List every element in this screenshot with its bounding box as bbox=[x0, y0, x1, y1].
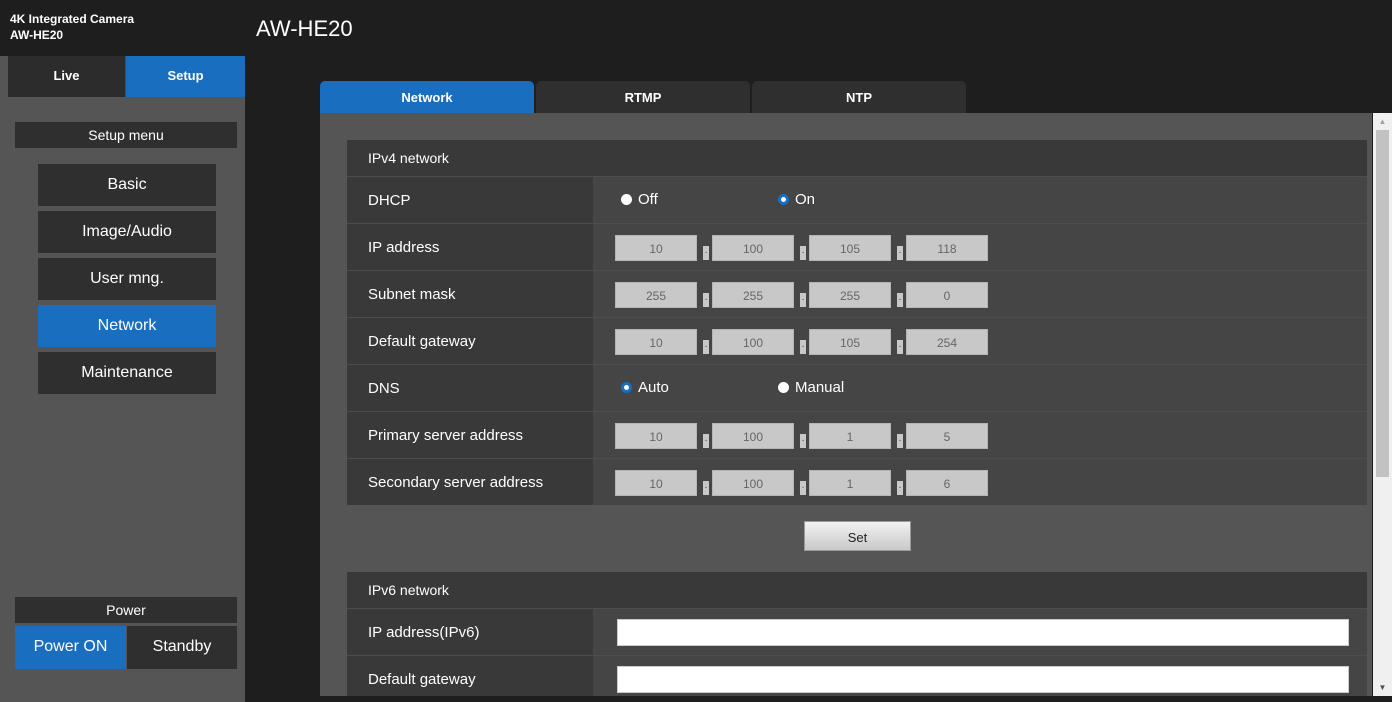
dhcp-off-radio[interactable]: Off bbox=[621, 191, 658, 208]
primary-server-row: Primary server address 10 . 100 . 1 . 5 bbox=[347, 411, 1367, 458]
sidebar-item-maintenance[interactable]: Maintenance bbox=[38, 352, 216, 394]
radio-checked-icon bbox=[621, 382, 632, 393]
ipv6-address-label: IP address(IPv6) bbox=[368, 624, 480, 641]
secondary-server-octet-2[interactable]: 100 bbox=[712, 470, 794, 496]
subnet-mask-octet-2[interactable]: 255 bbox=[712, 282, 794, 308]
ipv6-address-input[interactable] bbox=[617, 619, 1349, 646]
sidebar: 4K Integrated Camera AW-HE20 Live Setup … bbox=[0, 0, 245, 702]
octet-separator: . bbox=[897, 246, 903, 260]
dhcp-label: DHCP bbox=[368, 192, 411, 209]
octet-separator: . bbox=[897, 434, 903, 448]
sidebar-item-network[interactable]: Network bbox=[38, 305, 216, 347]
secondary-server-label: Secondary server address bbox=[368, 474, 544, 491]
power-on-button[interactable]: Power ON bbox=[15, 626, 126, 669]
scroll-up-arrow-icon[interactable]: ▲ bbox=[1373, 113, 1392, 130]
tab-ntp[interactable]: NTP bbox=[752, 81, 966, 113]
subnet-mask-octet-1[interactable]: 255 bbox=[615, 282, 697, 308]
sidebar-item-user-mng[interactable]: User mng. bbox=[38, 258, 216, 300]
secondary-server-octet-1[interactable]: 10 bbox=[615, 470, 697, 496]
octet-separator: . bbox=[897, 340, 903, 354]
octet-separator: . bbox=[703, 293, 709, 307]
primary-server-octet-2[interactable]: 100 bbox=[712, 423, 794, 449]
octet-separator: . bbox=[703, 434, 709, 448]
ip-address-octet-4[interactable]: 118 bbox=[906, 235, 988, 261]
setup-menu-title: Setup menu bbox=[15, 122, 237, 148]
radio-checked-icon bbox=[778, 194, 789, 205]
power-title: Power bbox=[15, 597, 237, 623]
default-gateway-octet-4[interactable]: 254 bbox=[906, 329, 988, 355]
ipv6-address-row: IP address(IPv6) bbox=[347, 608, 1367, 655]
ipv6-gateway-label: Default gateway bbox=[368, 671, 476, 688]
dhcp-on-radio[interactable]: On bbox=[778, 191, 815, 208]
mode-tabs: Live Setup bbox=[8, 56, 245, 97]
ip-address-label: IP address bbox=[368, 239, 440, 256]
dns-label: DNS bbox=[368, 380, 400, 397]
default-gateway-label: Default gateway bbox=[368, 333, 476, 350]
secondary-server-row: Secondary server address 10 . 100 . 1 . … bbox=[347, 458, 1367, 505]
octet-separator: . bbox=[800, 246, 806, 260]
primary-server-octet-1[interactable]: 10 bbox=[615, 423, 697, 449]
subnet-mask-label: Subnet mask bbox=[368, 286, 456, 303]
tab-network[interactable]: Network bbox=[320, 81, 534, 113]
scroll-down-arrow-icon[interactable]: ▼ bbox=[1373, 679, 1392, 696]
standby-button[interactable]: Standby bbox=[127, 626, 237, 669]
radio-unchecked-icon bbox=[621, 194, 632, 205]
page-title: AW-HE20 bbox=[256, 16, 353, 41]
tab-live[interactable]: Live bbox=[8, 56, 126, 97]
secondary-server-octet-4[interactable]: 6 bbox=[906, 470, 988, 496]
default-gateway-octet-1[interactable]: 10 bbox=[615, 329, 697, 355]
octet-separator: . bbox=[703, 246, 709, 260]
ipv6-gateway-row: Default gateway bbox=[347, 655, 1367, 696]
default-gateway-octet-2[interactable]: 100 bbox=[712, 329, 794, 355]
dns-manual-radio[interactable]: Manual bbox=[778, 379, 844, 396]
ip-address-octet-3[interactable]: 105 bbox=[809, 235, 891, 261]
dns-row: DNS Auto Manual bbox=[347, 364, 1367, 411]
scroll-thumb[interactable] bbox=[1376, 130, 1389, 477]
ipv6-gateway-input[interactable] bbox=[617, 666, 1349, 693]
subnet-mask-octet-4[interactable]: 0 bbox=[906, 282, 988, 308]
octet-separator: . bbox=[897, 293, 903, 307]
secondary-server-octet-3[interactable]: 1 bbox=[809, 470, 891, 496]
dhcp-row: DHCP Off On bbox=[347, 176, 1367, 223]
octet-separator: . bbox=[800, 481, 806, 495]
ip-address-row: IP address 10 . 100 . 105 . 118 bbox=[347, 223, 1367, 270]
subnet-mask-row: Subnet mask 255 . 255 . 255 . 0 bbox=[347, 270, 1367, 317]
default-gateway-row: Default gateway 10 . 100 . 105 . 254 bbox=[347, 317, 1367, 364]
set-button[interactable]: Set bbox=[804, 521, 911, 551]
octet-separator: . bbox=[897, 481, 903, 495]
sidebar-item-image-audio[interactable]: Image/Audio bbox=[38, 211, 216, 253]
ip-address-octet-2[interactable]: 100 bbox=[712, 235, 794, 261]
octet-separator: . bbox=[703, 481, 709, 495]
primary-server-octet-3[interactable]: 1 bbox=[809, 423, 891, 449]
octet-separator: . bbox=[800, 293, 806, 307]
octet-separator: . bbox=[703, 340, 709, 354]
primary-server-octet-4[interactable]: 5 bbox=[906, 423, 988, 449]
brand-product: 4K Integrated Camera bbox=[10, 12, 135, 26]
ipv4-section-title: IPv4 network bbox=[347, 140, 1367, 176]
sidebar-item-basic[interactable]: Basic bbox=[38, 164, 216, 206]
brand-model: AW-HE20 bbox=[10, 28, 64, 42]
octet-separator: . bbox=[800, 434, 806, 448]
radio-unchecked-icon bbox=[778, 382, 789, 393]
brand: 4K Integrated Camera AW-HE20 bbox=[0, 0, 245, 56]
subnet-mask-octet-3[interactable]: 255 bbox=[809, 282, 891, 308]
primary-server-label: Primary server address bbox=[368, 427, 524, 444]
default-gateway-octet-3[interactable]: 105 bbox=[809, 329, 891, 355]
dns-auto-radio[interactable]: Auto bbox=[621, 379, 669, 396]
settings-panel: IPv4 network DHCP Off On IP address 10 .… bbox=[320, 113, 1372, 696]
ip-address-octet-1[interactable]: 10 bbox=[615, 235, 697, 261]
octet-separator: . bbox=[800, 340, 806, 354]
scrollbar[interactable]: ▲ ▼ bbox=[1373, 113, 1392, 696]
tab-setup[interactable]: Setup bbox=[126, 56, 245, 97]
ipv6-section-title: IPv6 network bbox=[347, 572, 1367, 608]
tab-rtmp[interactable]: RTMP bbox=[536, 81, 750, 113]
